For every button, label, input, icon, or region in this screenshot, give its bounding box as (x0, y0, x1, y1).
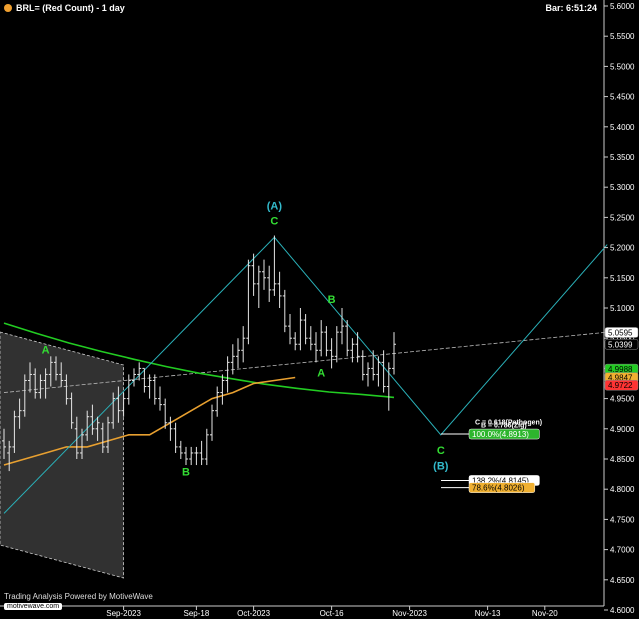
price-tag: 4.9722 (608, 381, 633, 390)
price-tag: 5.0399 (608, 340, 633, 349)
fib-label: 100.0%(4.8913) (472, 430, 529, 439)
wave-label: C (437, 445, 445, 457)
ytick-label: 5.2500 (610, 213, 635, 222)
wave-label: A (317, 367, 325, 379)
xtick-label: Nov-13 (475, 609, 501, 618)
ytick-label: 5.3000 (610, 183, 635, 192)
ytick-label: 5.5000 (610, 62, 635, 71)
xtick-label: Nov-2023 (392, 609, 427, 618)
wave-label: B (328, 294, 336, 306)
bar-time: Bar: 6:51:24 (545, 3, 597, 13)
xtick-label: Oct-2023 (237, 609, 270, 618)
ytick-label: 5.4500 (610, 93, 635, 102)
ytick-label: 4.7500 (610, 515, 635, 524)
ytick-label: 5.6000 (610, 2, 635, 11)
ytick-label: 5.5500 (610, 32, 635, 41)
wave-label: (B) (433, 460, 449, 472)
status-dot-icon (4, 4, 12, 12)
ytick-label: 4.8000 (610, 485, 635, 494)
wave-label: A (42, 344, 50, 356)
xtick-label: Sep-18 (184, 609, 210, 618)
ytick-label: 4.9000 (610, 425, 635, 434)
ytick-label: 5.1500 (610, 274, 635, 283)
ytick-label: 4.9500 (610, 395, 635, 404)
xtick-label: Sep-2023 (106, 609, 141, 618)
ytick-label: 5.4000 (610, 123, 635, 132)
ytick-label: 5.1000 (610, 304, 635, 313)
footer-site[interactable]: motivewave.com (4, 603, 63, 610)
ytick-label: 4.8500 (610, 455, 635, 464)
price-chart[interactable]: AB(A)CBAC(B) C = 0.618(Pathogen)B = 0.78… (0, 0, 639, 619)
xtick-label: Oct-16 (320, 609, 345, 618)
chart-title-text: BRL= (Red Count) - 1 day (16, 3, 125, 13)
ytick-label: 4.7000 (610, 546, 635, 555)
ytick-label: 5.2000 (610, 244, 635, 253)
fib-label: 78.6%(4.8026) (472, 484, 525, 493)
wave-label: B (182, 466, 190, 478)
wave-label: C (270, 216, 278, 228)
xtick-label: Nov-20 (532, 609, 558, 618)
ytick-label: 5.3500 (610, 153, 635, 162)
price-tag: 5.0595 (608, 328, 633, 337)
footer-credit: Trading Analysis Powered by MotiveWave (4, 592, 153, 601)
chart-title: BRL= (Red Count) - 1 day (4, 3, 125, 13)
wave-label: (A) (267, 201, 283, 213)
ytick-label: 4.6500 (610, 576, 635, 585)
price-axis[interactable]: 4.6000 4.6500 4.7000 4.7500 4.8000 4.8500 4.90… (604, 2, 639, 615)
ytick-label: 4.6000 (610, 606, 635, 615)
fib-note: B = 0.786(Zig) (481, 423, 527, 430)
